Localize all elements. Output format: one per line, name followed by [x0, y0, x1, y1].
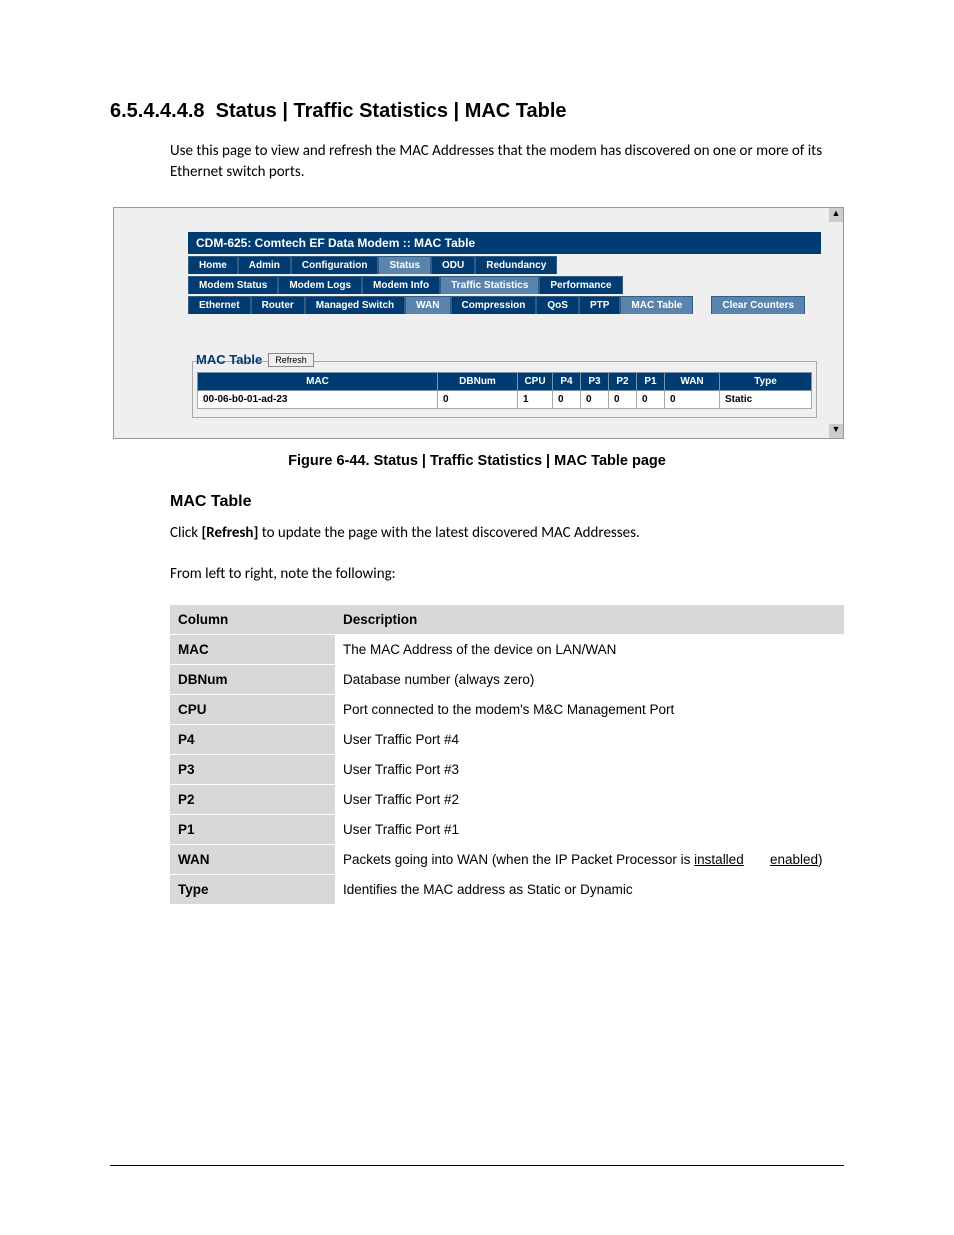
tab-modem-status[interactable]: Modem Status: [188, 276, 278, 294]
desc-col-name: P3: [170, 755, 335, 785]
app-panel: CDM-625: Comtech EF Data Modem :: MAC Ta…: [188, 232, 821, 418]
table-row: P3User Traffic Port #3: [170, 755, 844, 785]
cell-dbnum: 0: [438, 391, 518, 409]
desc-col-desc: User Traffic Port #1: [335, 815, 844, 845]
desc-col-desc: Database number (always zero): [335, 665, 844, 695]
col-wan: WAN: [665, 373, 720, 391]
heading-title: Status | Traffic Statistics | MAC Table: [216, 100, 567, 122]
table-row: WANPackets going into WAN (when the IP P…: [170, 845, 844, 875]
desc-col-name: MAC: [170, 635, 335, 665]
desc-col-desc: User Traffic Port #3: [335, 755, 844, 785]
intro-paragraph: Use this page to view and refresh the MA…: [170, 141, 826, 183]
desc-col-desc: User Traffic Port #2: [335, 785, 844, 815]
tab-compression[interactable]: Compression: [451, 296, 537, 314]
desc-head-column: Column: [170, 605, 335, 635]
tab-redundancy[interactable]: Redundancy: [475, 256, 557, 274]
desc-col-desc: The MAC Address of the device on LAN/WAN: [335, 635, 844, 665]
tab-wan[interactable]: WAN: [405, 296, 450, 314]
tab-row-2: Modem Status Modem Logs Modem Info Traff…: [188, 276, 821, 294]
desc-col-name: P4: [170, 725, 335, 755]
refresh-button[interactable]: Refresh: [268, 353, 314, 367]
tab-home[interactable]: Home: [188, 256, 238, 274]
fieldset-legend: MAC Table: [196, 352, 262, 367]
tab-ethernet[interactable]: Ethernet: [188, 296, 251, 314]
desc-col-desc: User Traffic Port #4: [335, 725, 844, 755]
cell-p2: 0: [609, 391, 637, 409]
desc-col-desc: Port connected to the modem's M&C Manage…: [335, 695, 844, 725]
screenshot-panel: ▲ ▼ CDM-625: Comtech EF Data Modem :: MA…: [113, 207, 844, 439]
col-p4: P4: [553, 373, 581, 391]
cell-p3: 0: [581, 391, 609, 409]
section-heading: 6.5.4.4.4.8 Status | Traffic Statistics …: [110, 100, 844, 123]
refresh-instruction: Click [Refresh] to update the page with …: [170, 523, 826, 544]
col-mac: MAC: [198, 373, 438, 391]
cell-mac: 00-06-b0-01-ad-23: [198, 391, 438, 409]
page-rule: [110, 1165, 844, 1166]
mac-table-subheading: MAC Table: [170, 493, 844, 511]
table-row: DBNumDatabase number (always zero): [170, 665, 844, 695]
scroll-up-icon: ▲: [829, 208, 843, 222]
tab-modem-info[interactable]: Modem Info: [362, 276, 440, 294]
cell-type: Static: [720, 391, 812, 409]
window-title: CDM-625: Comtech EF Data Modem :: MAC Ta…: [188, 232, 821, 254]
refresh-bold: [Refresh]: [201, 524, 258, 542]
desc-col-desc: Identifies the MAC address as Static or …: [335, 875, 844, 905]
col-p3: P3: [581, 373, 609, 391]
refresh-pre: Click: [170, 524, 201, 542]
desc-col-name: CPU: [170, 695, 335, 725]
tab-status[interactable]: Status: [378, 256, 431, 274]
table-row: 00-06-b0-01-ad-23 0 1 0 0 0 0 0 Static: [198, 391, 812, 409]
table-row: P2User Traffic Port #2: [170, 785, 844, 815]
col-cpu: CPU: [518, 373, 553, 391]
tab-router[interactable]: Router: [251, 296, 305, 314]
col-dbnum: DBNum: [438, 373, 518, 391]
figure-caption: Figure 6-44. Status | Traffic Statistics…: [110, 453, 844, 469]
tab-configuration[interactable]: Configuration: [291, 256, 379, 274]
desc-col-name: Type: [170, 875, 335, 905]
desc-col-name: P1: [170, 815, 335, 845]
from-left-paragraph: From left to right, note the following:: [170, 564, 826, 585]
table-row: P4User Traffic Port #4: [170, 725, 844, 755]
table-row: MACThe MAC Address of the device on LAN/…: [170, 635, 844, 665]
cell-cpu: 1: [518, 391, 553, 409]
tab-row-1: Home Admin Configuration Status ODU Redu…: [188, 256, 821, 274]
tab-admin[interactable]: Admin: [238, 256, 291, 274]
desc-col-name: WAN: [170, 845, 335, 875]
refresh-post: to update the page with the latest disco…: [258, 524, 639, 542]
tab-modem-logs[interactable]: Modem Logs: [278, 276, 362, 294]
col-p1: P1: [637, 373, 665, 391]
desc-col-name: DBNum: [170, 665, 335, 695]
mac-data-table: MAC DBNum CPU P4 P3 P2 P1 WAN Type: [197, 372, 812, 409]
desc-head-description: Description: [335, 605, 844, 635]
tab-clear-counters[interactable]: Clear Counters: [711, 296, 805, 314]
scroll-down-icon: ▼: [829, 424, 843, 438]
tab-qos[interactable]: QoS: [536, 296, 579, 314]
cell-p4: 0: [553, 391, 581, 409]
table-row: TypeIdentifies the MAC address as Static…: [170, 875, 844, 905]
mac-table-fieldset: MAC DBNum CPU P4 P3 P2 P1 WAN Type: [192, 361, 817, 418]
col-type: Type: [720, 373, 812, 391]
table-row: CPUPort connected to the modem's M&C Man…: [170, 695, 844, 725]
tab-odu[interactable]: ODU: [431, 256, 475, 274]
cell-wan: 0: [665, 391, 720, 409]
col-p2: P2: [609, 373, 637, 391]
tab-managed-switch[interactable]: Managed Switch: [305, 296, 405, 314]
heading-number: 6.5.4.4.4.8: [110, 100, 205, 122]
tab-performance[interactable]: Performance: [539, 276, 622, 294]
table-row: P1User Traffic Port #1: [170, 815, 844, 845]
tab-traffic-statistics[interactable]: Traffic Statistics: [440, 276, 539, 294]
description-table: Column Description MACThe MAC Address of…: [170, 605, 844, 905]
cell-p1: 0: [637, 391, 665, 409]
tab-mac-table[interactable]: MAC Table: [620, 296, 693, 314]
tab-row-3: Ethernet Router Managed Switch WAN Compr…: [188, 296, 821, 314]
tab-ptp[interactable]: PTP: [579, 296, 620, 314]
desc-col-name: P2: [170, 785, 335, 815]
desc-col-desc: Packets going into WAN (when the IP Pack…: [335, 845, 844, 875]
